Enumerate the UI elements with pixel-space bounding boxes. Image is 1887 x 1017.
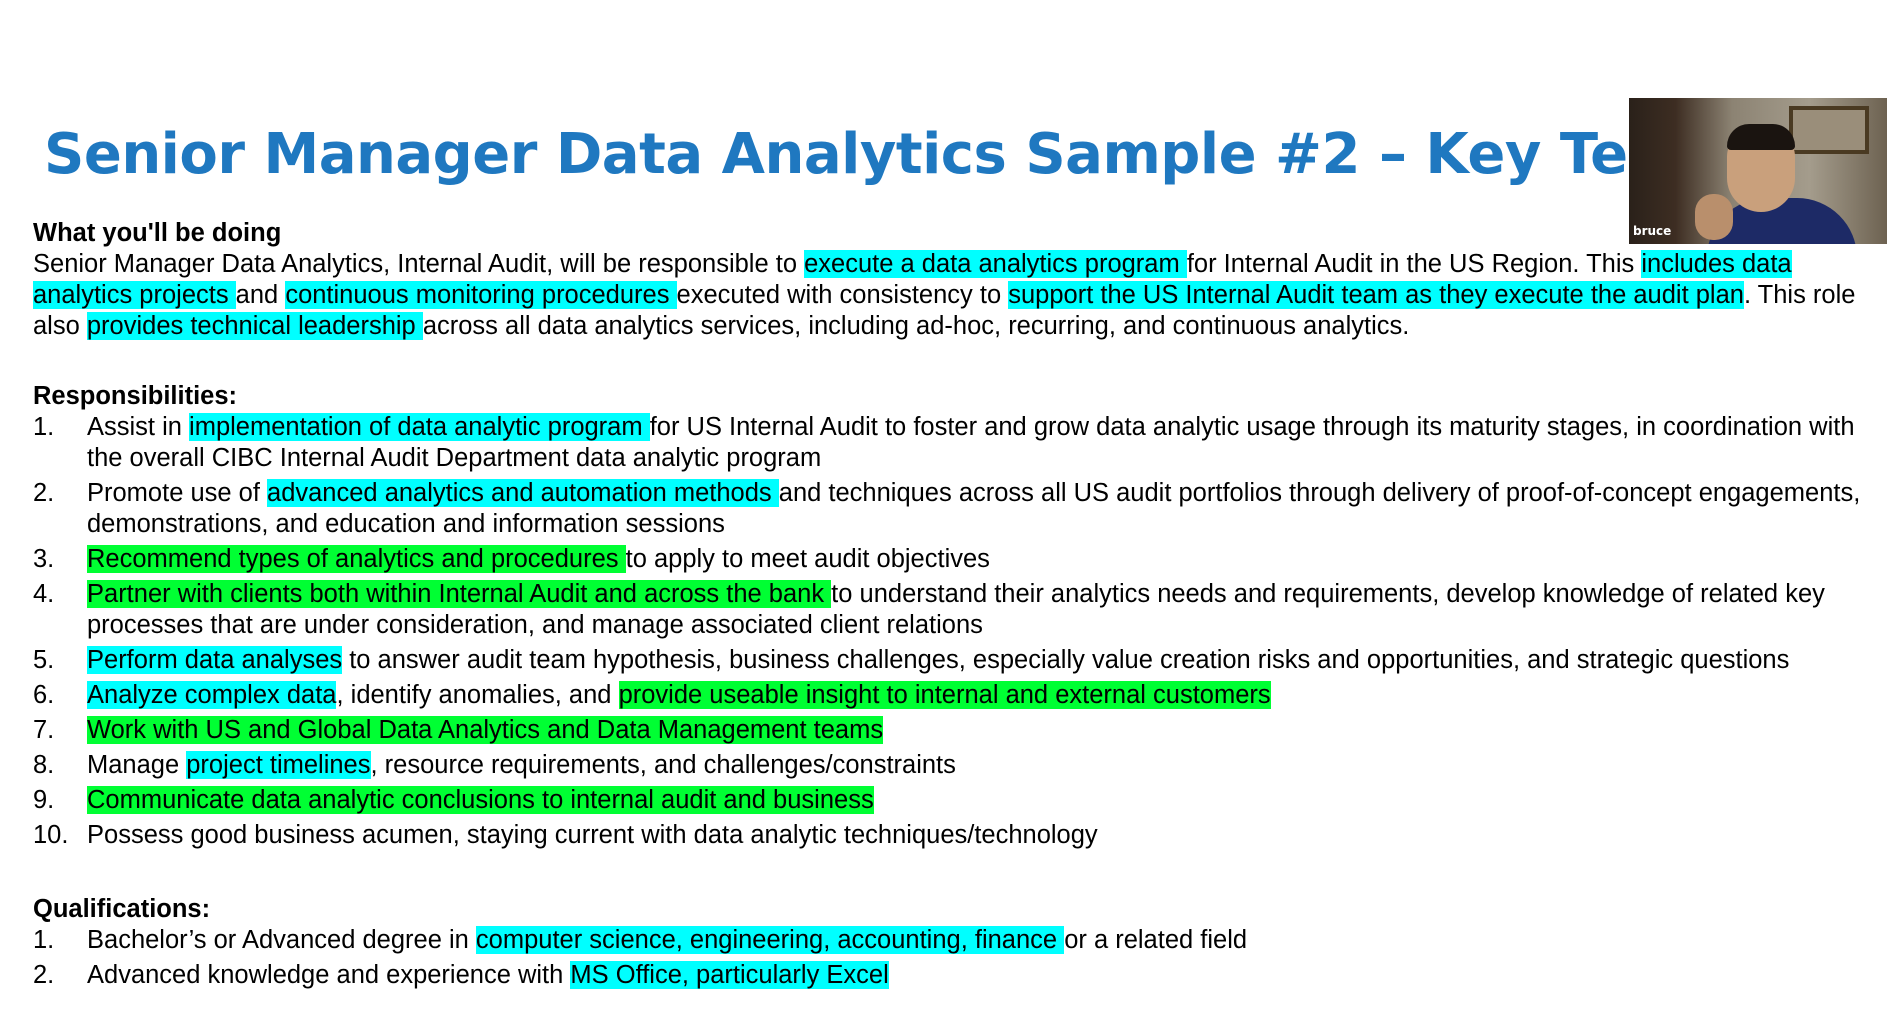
- doing-text: for Internal Audit in the US Region. Thi…: [1186, 250, 1642, 278]
- item-text: Assist in: [87, 413, 190, 441]
- item-number: 6.: [33, 681, 55, 709]
- qualifications-heading: Qualifications:: [33, 895, 211, 923]
- item-text: Possess good business acumen, staying cu…: [87, 821, 1098, 849]
- list-item: 1. Bachelor’s or Advanced degree in compu…: [33, 925, 1863, 956]
- item-text: or a related field: [1064, 926, 1248, 954]
- highlight-key-term: continuous monitoring procedures: [285, 281, 677, 309]
- list-item: 5. Perform data analyses to answer audit …: [33, 645, 1863, 676]
- item-text: , resource requirements, and challenges/…: [370, 751, 956, 779]
- item-number: 5.: [33, 646, 55, 674]
- item-text: Bachelor’s or Advanced degree in: [87, 926, 476, 954]
- doing-text: executed with consistency to: [676, 281, 1009, 309]
- highlight-theme: Recommend types of analytics and procedu…: [87, 545, 626, 573]
- highlight-key-term: Perform data analyses: [87, 646, 343, 674]
- highlight-key-term: MS Office, particularly Excel: [570, 961, 889, 989]
- highlight-key-term: Analyze complex data: [87, 681, 337, 709]
- responsibilities-list: 1. Assist in implementation of data analy…: [33, 412, 1863, 851]
- item-number: 2.: [33, 961, 55, 989]
- webcam-video-overlay[interactable]: bruce: [1629, 98, 1887, 244]
- highlight-theme: Work with US and Global Data Analytics a…: [87, 716, 884, 744]
- list-item: 4. Partner with clients both within Inter…: [33, 579, 1863, 641]
- doing-text: and: [235, 281, 286, 309]
- item-text: to apply to meet audit objectives: [625, 545, 990, 573]
- highlight-key-term: advanced analytics and automation method…: [267, 479, 779, 507]
- presenter-hair: [1727, 124, 1795, 150]
- highlight-key-term: execute a data analytics program: [804, 250, 1187, 278]
- highlight-key-term: implementation of data analytic program: [189, 413, 650, 441]
- wall-picture-frame: [1789, 106, 1869, 154]
- list-item: 10. Possess good business acumen, staying…: [33, 820, 1863, 851]
- item-text: Manage: [87, 751, 187, 779]
- item-number: 1.: [33, 413, 55, 441]
- list-item: 2. Advanced knowledge and experience with…: [33, 960, 1863, 991]
- doing-text: Senior Manager Data Analytics, Internal …: [33, 250, 805, 278]
- list-item: 1. Assist in implementation of data analy…: [33, 412, 1863, 474]
- doing-text: across all data analytics services, incl…: [422, 312, 1410, 340]
- item-text: , identify anomalies, and: [336, 681, 619, 709]
- responsibilities-heading: Responsibilities:: [33, 382, 238, 410]
- item-text: to answer audit team hypothesis, busines…: [342, 646, 1790, 674]
- qualifications-list: 1. Bachelor’s or Advanced degree in compu…: [33, 925, 1863, 991]
- item-number: 10.: [33, 821, 69, 849]
- highlight-theme: Partner with clients both within Interna…: [87, 580, 832, 608]
- doing-paragraph: Senior Manager Data Analytics, Internal …: [33, 249, 1863, 342]
- list-item: 9. Communicate data analytic conclusions …: [33, 785, 1863, 816]
- highlight-theme: Communicate data analytic conclusions to…: [87, 786, 874, 814]
- item-text: Advanced knowledge and experience with: [87, 961, 571, 989]
- item-number: 7.: [33, 716, 55, 744]
- highlight-key-term: provides technical leadership: [86, 312, 423, 340]
- list-item: 3. Recommend types of analytics and proce…: [33, 544, 1863, 575]
- item-number: 4.: [33, 580, 55, 608]
- list-item: 6. Analyze complex data, identify anomali…: [33, 680, 1863, 711]
- item-number: 8.: [33, 751, 55, 779]
- list-item: 7. Work with US and Global Data Analytics…: [33, 715, 1863, 746]
- list-item: 8. Manage project timelines, resource req…: [33, 750, 1863, 781]
- highlight-key-term: computer science, engineering, accountin…: [475, 926, 1065, 954]
- item-number: 9.: [33, 786, 55, 814]
- presenter-hand: [1695, 194, 1733, 240]
- item-number: 2.: [33, 479, 55, 507]
- job-description: What you'll be doing Senior Manager Data…: [33, 218, 1863, 995]
- slide-title: Senior Manager Data Analytics Sample #2 …: [44, 122, 1887, 187]
- participant-name-label: bruce: [1633, 224, 1672, 238]
- list-item: 2. Promote use of advanced analytics and …: [33, 478, 1863, 540]
- highlight-key-term: project timelines: [186, 751, 371, 779]
- item-number: 3.: [33, 545, 55, 573]
- item-text: Promote use of: [87, 479, 268, 507]
- highlight-theme: provide useable insight to internal and …: [618, 681, 1271, 709]
- highlight-key-term: support the US Internal Audit team as th…: [1008, 281, 1744, 309]
- doing-heading: What you'll be doing: [33, 219, 282, 247]
- item-number: 1.: [33, 926, 55, 954]
